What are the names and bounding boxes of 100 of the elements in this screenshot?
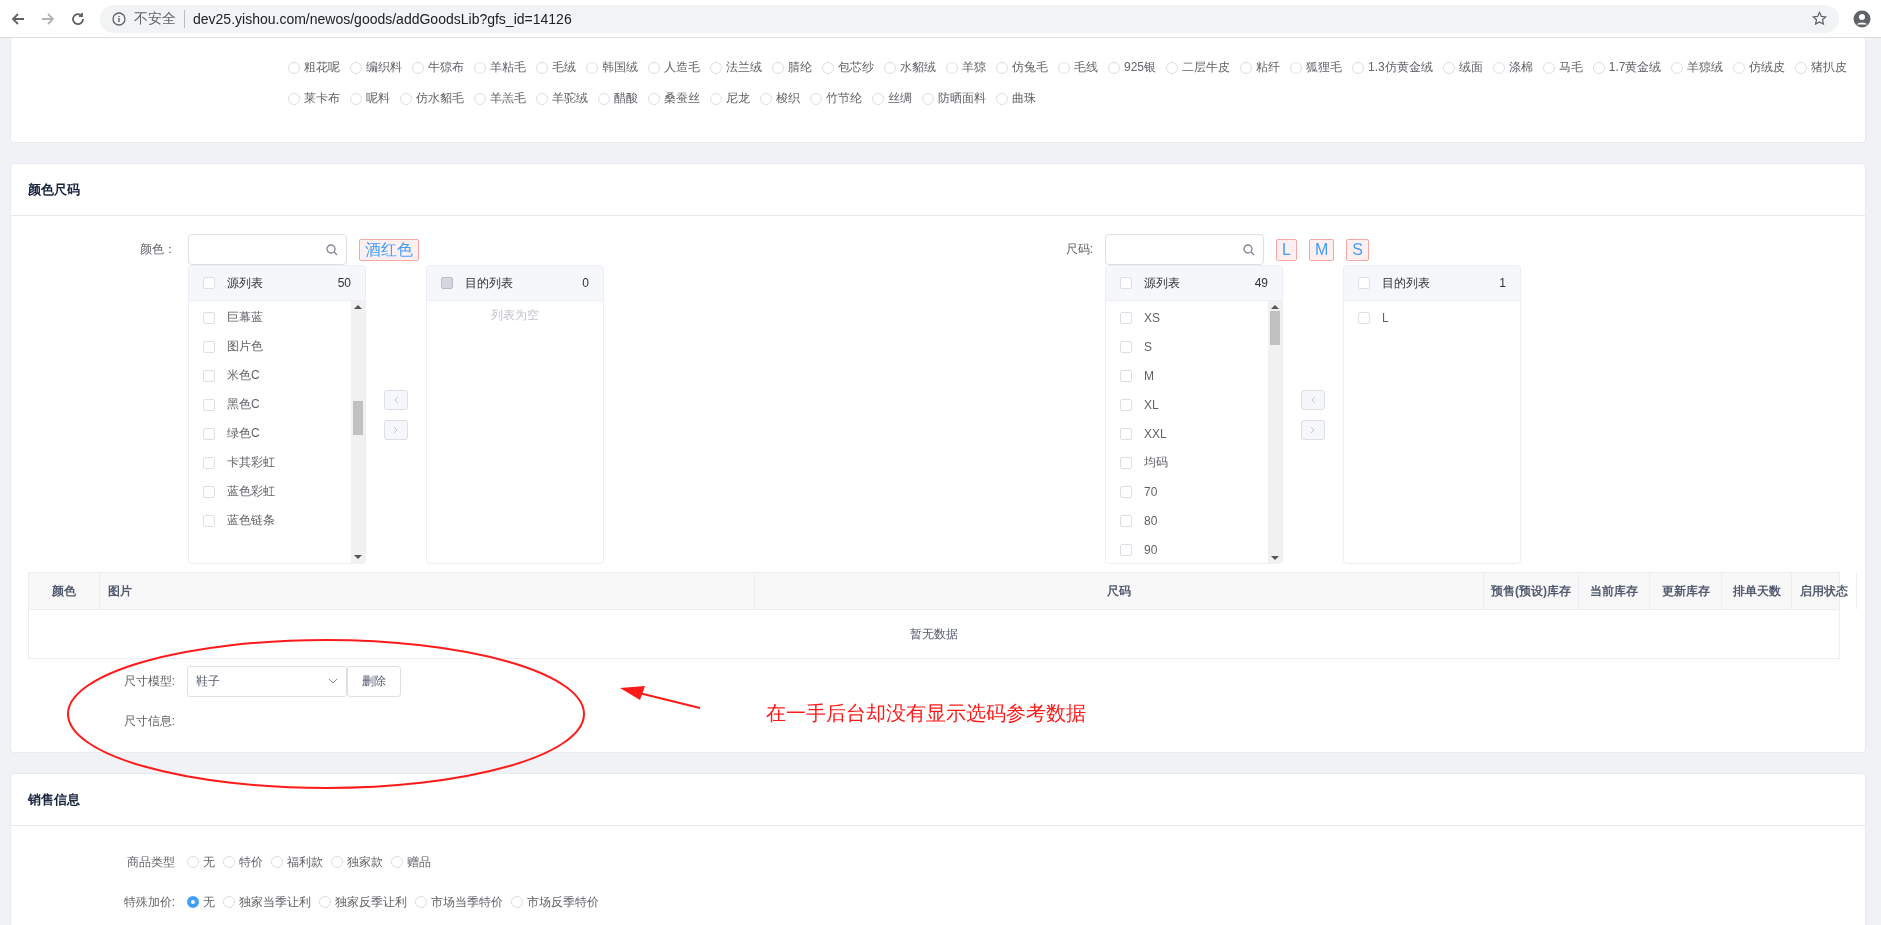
checkbox[interactable] (1120, 427, 1132, 440)
list-item[interactable]: 蓝色彩虹 (189, 477, 351, 506)
radio-option[interactable]: 仿兔毛 (996, 59, 1048, 76)
list-item[interactable]: 巨幕蓝 (189, 303, 351, 332)
checkbox[interactable] (1120, 311, 1132, 324)
list-item[interactable]: XXL (1106, 419, 1268, 448)
back-arrow-icon[interactable] (10, 10, 26, 27)
radio-option[interactable]: 猪扒皮 (1795, 59, 1848, 76)
address-bar[interactable]: 不安全 dev25.yishou.com/newos/goods/addGoodsLib?gfs_id=14126 (100, 4, 1839, 33)
radio-option[interactable]: 腈纶 (772, 59, 812, 76)
radio-option[interactable]: 赠品 (391, 853, 431, 871)
checkbox[interactable] (1120, 277, 1132, 289)
list-item[interactable]: S (1106, 332, 1268, 361)
radio-option[interactable]: 涤棉 (1492, 59, 1533, 76)
search-icon[interactable] (326, 243, 338, 256)
radio-option[interactable]: 绒面 (1442, 59, 1483, 76)
radio-option[interactable]: 羊羔毛 (474, 90, 526, 107)
list-item[interactable]: XL (1106, 390, 1268, 419)
checkbox[interactable] (203, 398, 215, 411)
radio-option[interactable]: 独家当季让利 (223, 893, 311, 911)
info-icon[interactable] (112, 11, 126, 26)
list-item[interactable]: 黑色C (189, 390, 351, 419)
radio-option[interactable]: 呢料 (350, 90, 390, 107)
radio-option[interactable]: 羊猄绒 (1671, 59, 1724, 76)
radio-option[interactable]: 二层牛皮 (1166, 59, 1231, 76)
list-item[interactable]: 图片色 (189, 332, 351, 361)
list-item[interactable]: XS (1106, 303, 1268, 332)
list-item[interactable]: 80 (1106, 506, 1268, 535)
checkbox[interactable] (1120, 485, 1132, 498)
radio-option[interactable]: 市场反季特价 (511, 893, 599, 911)
radio-option[interactable]: 市场当季特价 (415, 893, 503, 911)
checkbox[interactable] (1120, 340, 1132, 353)
delete-button[interactable]: 删除 (347, 665, 401, 697)
checkbox[interactable] (203, 514, 215, 527)
radio-option[interactable]: 牛猄布 (412, 59, 464, 76)
checkbox[interactable] (1120, 456, 1132, 469)
list-item[interactable]: 均码 (1106, 448, 1268, 477)
radio-option[interactable]: 925银 (1108, 59, 1157, 76)
move-left-button[interactable] (384, 389, 408, 410)
radio-option[interactable]: 韩国绒 (586, 59, 638, 76)
checkbox[interactable] (1358, 311, 1370, 324)
radio-option[interactable]: 法兰绒 (710, 59, 762, 76)
radio-option[interactable]: 防晒面料 (922, 90, 986, 107)
radio-option[interactable]: 编织料 (350, 59, 402, 76)
radio-option[interactable]: 无 (187, 853, 215, 871)
checkbox[interactable] (1358, 277, 1370, 289)
radio-option[interactable]: 独家款 (331, 853, 383, 871)
move-right-button[interactable] (1301, 419, 1325, 440)
star-icon[interactable] (1812, 11, 1827, 26)
radio-option[interactable]: 曲珠 (996, 90, 1036, 107)
checkbox[interactable] (1120, 514, 1132, 527)
radio-option[interactable]: 毛线 (1058, 59, 1098, 76)
search-field[interactable] (1105, 234, 1264, 265)
radio-option[interactable]: 羊猄 (946, 59, 986, 76)
list-item[interactable]: M (1106, 361, 1268, 390)
checkbox[interactable] (203, 311, 215, 324)
checkbox[interactable] (203, 340, 215, 353)
move-left-button[interactable] (1301, 389, 1325, 410)
checkbox[interactable] (203, 277, 215, 289)
radio-option[interactable]: 羊驼绒 (536, 90, 588, 107)
radio-option[interactable]: 水貂绒 (884, 59, 936, 76)
list-item[interactable]: 90 (1106, 535, 1268, 563)
move-right-button[interactable] (384, 419, 408, 440)
size-model-select[interactable]: 鞋子 (187, 665, 347, 697)
checkbox[interactable] (203, 456, 215, 469)
radio-option[interactable]: 无 (187, 893, 215, 911)
radio-option[interactable]: 马毛 (1542, 59, 1583, 76)
radio-option[interactable]: 梭织 (760, 90, 800, 107)
radio-option[interactable]: 羊粘毛 (474, 59, 526, 76)
radio-option[interactable]: 尼龙 (710, 90, 750, 107)
scrollbar[interactable] (1268, 301, 1282, 563)
radio-option[interactable]: 竹节纶 (810, 90, 862, 107)
radio-option[interactable]: 丝绸 (872, 90, 912, 107)
checkbox[interactable] (203, 369, 215, 382)
search-field[interactable] (188, 234, 347, 265)
list-item[interactable]: 70 (1106, 477, 1268, 506)
radio-option[interactable]: 仿绒皮 (1733, 59, 1786, 76)
list-item[interactable]: 蓝色链条 (189, 506, 351, 535)
radio-option[interactable]: 独家反季让利 (319, 893, 407, 911)
checkbox[interactable] (203, 485, 215, 498)
radio-option[interactable]: 粘纤 (1240, 59, 1281, 76)
radio-option[interactable]: 包芯纱 (822, 59, 874, 76)
radio-option[interactable]: 福利款 (271, 853, 323, 871)
checkbox[interactable] (1120, 398, 1132, 411)
radio-option[interactable]: 桑蚕丝 (648, 90, 700, 107)
radio-option[interactable]: 1.3仿黄金绒 (1352, 59, 1433, 76)
radio-option[interactable]: 莱卡布 (288, 90, 340, 107)
list-item[interactable]: 绿色C (189, 419, 351, 448)
account-icon[interactable] (1853, 9, 1871, 28)
radio-option[interactable]: 仿水貂毛 (400, 90, 464, 107)
checkbox[interactable] (1120, 369, 1132, 382)
radio-option[interactable]: 毛绒 (536, 59, 576, 76)
radio-option[interactable]: 特价 (223, 853, 263, 871)
checkbox[interactable] (1120, 543, 1132, 556)
search-icon[interactable] (1243, 243, 1255, 256)
radio-option[interactable]: 醋酸 (598, 90, 638, 107)
list-item[interactable]: 卡其彩虹 (189, 448, 351, 477)
scrollbar[interactable] (351, 301, 365, 563)
forward-arrow-icon[interactable] (40, 10, 56, 27)
radio-option[interactable]: 人造毛 (648, 59, 700, 76)
